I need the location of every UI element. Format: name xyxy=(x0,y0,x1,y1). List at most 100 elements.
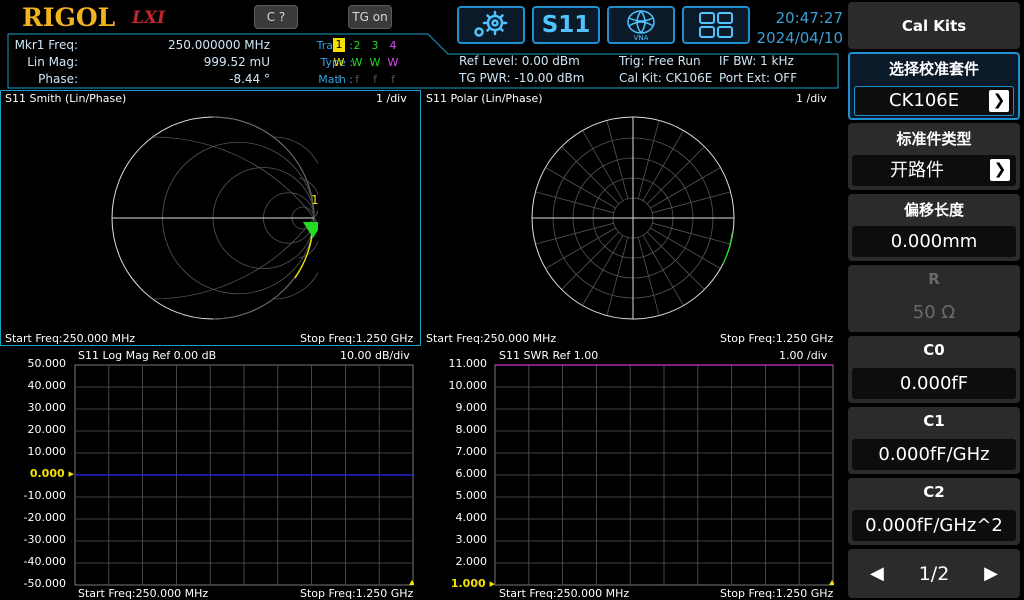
swr-stop-freq: Stop Freq:1.250 GHz xyxy=(720,587,834,600)
menu-item-value: 0.000fF/GHz xyxy=(878,444,990,465)
math-3: f xyxy=(373,73,377,86)
y-tick-label: 4.000 xyxy=(455,511,488,524)
polar-start-freq: Start Freq:250.000 MHz xyxy=(426,332,557,345)
marker-phase-value: -8.44 ° xyxy=(229,72,270,86)
menu-r: R 50 Ω xyxy=(848,265,1020,332)
menu-c1[interactable]: C1 0.000fF/GHz xyxy=(848,407,1020,474)
marker-mag-value: 999.52 mU xyxy=(203,55,270,69)
marker-phase-label: Phase: xyxy=(38,72,78,86)
y-tick-label: 50.000 xyxy=(27,357,67,370)
menu-item-label: C1 xyxy=(923,412,945,430)
polar-scale: 1 /div xyxy=(796,92,827,105)
menu-offset-length[interactable]: 偏移长度 0.000mm xyxy=(848,194,1020,261)
trace-3-button[interactable]: 3 xyxy=(369,37,381,54)
menu-item-label: 偏移长度 xyxy=(903,201,964,219)
math-2: f xyxy=(355,73,359,86)
c-status-button[interactable]: C ? xyxy=(254,5,298,29)
type-2: W xyxy=(351,56,363,69)
y-tick-label: 1.000 ▸ xyxy=(450,577,495,590)
smith-start-freq: Start Freq:250.000 MHz xyxy=(5,332,136,345)
page-indicator: 1/2 xyxy=(918,562,950,585)
menu-c0[interactable]: C0 0.000fF xyxy=(848,336,1020,403)
menu-title: Cal Kits xyxy=(848,2,1020,49)
math-1: f xyxy=(337,73,341,86)
swr-grid xyxy=(494,364,834,586)
if-bandwidth: IF BW: 1 kHz xyxy=(719,54,794,68)
trace-selector: 1 2 3 4 W W W W f f f f xyxy=(333,37,399,88)
polar-trace xyxy=(722,232,733,265)
trigger-mode: Trig: Free Run xyxy=(619,54,701,68)
logmag-grid xyxy=(74,364,414,586)
smith-chart: 1 xyxy=(111,116,318,320)
marker-freq-label: Mkr1 Freq: xyxy=(14,38,78,52)
type-1: W xyxy=(333,56,345,69)
polar-chart xyxy=(531,116,735,320)
y-tick-label: 9.000 xyxy=(455,401,488,414)
logmag-title: S11 Log Mag Ref 0.00 dB xyxy=(78,349,217,362)
menu-item-label: C0 xyxy=(923,341,945,359)
cal-kit-status: Cal Kit: CK106E xyxy=(619,71,713,85)
logmag-scale: 10.00 dB/div xyxy=(340,349,410,362)
y-tick-label: -50.000 xyxy=(23,577,66,590)
y-tick-label: 8.000 xyxy=(455,423,488,436)
menu-item-value: 0.000mm xyxy=(890,231,978,252)
y-tick-label: -10.000 xyxy=(23,489,66,502)
chevron-right-icon: ❯ xyxy=(989,90,1009,112)
y-tick-label: -30.000 xyxy=(23,533,66,546)
tg-power: TG PWR: -10.00 dBm xyxy=(459,71,585,85)
smith-marker-label: 1 xyxy=(311,193,318,207)
menu-c2[interactable]: C2 0.000fF/GHz^2 xyxy=(848,478,1020,545)
smith-scale: 1 /div xyxy=(376,92,407,105)
menu-select-cal-kit[interactable]: 选择校准套件 CK106E ❯ xyxy=(848,52,1020,120)
swr-scale: 1.00 /div xyxy=(779,349,828,362)
tg-on-button[interactable]: TG on xyxy=(348,5,392,29)
menu-item-label: R xyxy=(928,270,940,288)
smith-title: S11 Smith (Lin/Phase) xyxy=(5,92,127,105)
marker-mag-label: Lin Mag: xyxy=(27,55,78,69)
y-tick-label: -40.000 xyxy=(23,555,66,568)
smith-stop-freq: Stop Freq:1.250 GHz xyxy=(300,332,414,345)
port-extension: Port Ext: OFF xyxy=(719,71,798,85)
y-tick-label: 2.000 xyxy=(455,555,488,568)
logmag-stop-freq: Stop Freq:1.250 GHz xyxy=(300,587,414,600)
menu-title-text: Cal Kits xyxy=(901,16,967,35)
menu-item-value: 0.000fF/GHz^2 xyxy=(865,515,1003,536)
y-tick-label: 3.000 xyxy=(455,533,488,546)
menu-item-label: C2 xyxy=(923,483,945,501)
analyzer-screen: RIGOL LXI C ? TG on S11 VNA 20:47:27 202… xyxy=(0,0,1024,600)
y-tick-label: 20.000 xyxy=(27,423,67,436)
y-tick-label: 7.000 xyxy=(455,445,488,458)
swr-title: S11 SWR Ref 1.00 xyxy=(499,349,599,362)
menu-item-label: 选择校准套件 xyxy=(888,60,979,78)
type-3: W xyxy=(369,56,381,69)
polar-stop-freq: Stop Freq:1.250 GHz xyxy=(720,332,834,345)
y-tick-label: 40.000 xyxy=(27,379,67,392)
y-tick-label: 6.000 xyxy=(455,467,488,480)
clock-time: 20:47:27 xyxy=(775,9,843,27)
y-tick-label: -20.000 xyxy=(23,511,66,524)
ref-level: Ref Level: 0.00 dBm xyxy=(459,54,580,68)
y-tick-label: 10.000 xyxy=(448,379,488,392)
menu-item-label: 标准件类型 xyxy=(896,130,972,148)
swr-start-freq: Start Freq:250.000 MHz xyxy=(499,587,630,600)
page-next-icon[interactable]: ▶ xyxy=(984,563,998,584)
y-tick-label: 30.000 xyxy=(27,401,67,414)
trace-2-button[interactable]: 2 xyxy=(351,37,363,54)
menu-item-value: 50 Ω xyxy=(912,302,956,323)
trace-1-button[interactable]: 1 xyxy=(333,38,345,52)
menu-item-value: 0.000fF xyxy=(899,373,969,394)
polar-title: S11 Polar (Lin/Phase) xyxy=(426,92,543,105)
type-4: W xyxy=(387,56,399,69)
y-tick-label: 11.000 xyxy=(448,357,488,370)
trace-4-button[interactable]: 4 xyxy=(387,37,399,54)
marker-freq-value: 250.000000 MHz xyxy=(167,38,270,52)
menu-standard-type[interactable]: 标准件类型 开路件 ❯ xyxy=(848,123,1020,190)
y-tick-label: 5.000 xyxy=(455,489,488,502)
chevron-right-icon: ❯ xyxy=(990,159,1010,181)
rigol-logo: RIGOL xyxy=(22,3,116,32)
logmag-start-freq: Start Freq:250.000 MHz xyxy=(78,587,209,600)
page-prev-icon[interactable]: ◀ xyxy=(870,563,884,584)
y-tick-label: 10.000 xyxy=(27,445,67,458)
y-tick-label: 0.000 ▸ xyxy=(29,467,74,480)
math-4: f xyxy=(391,73,395,86)
